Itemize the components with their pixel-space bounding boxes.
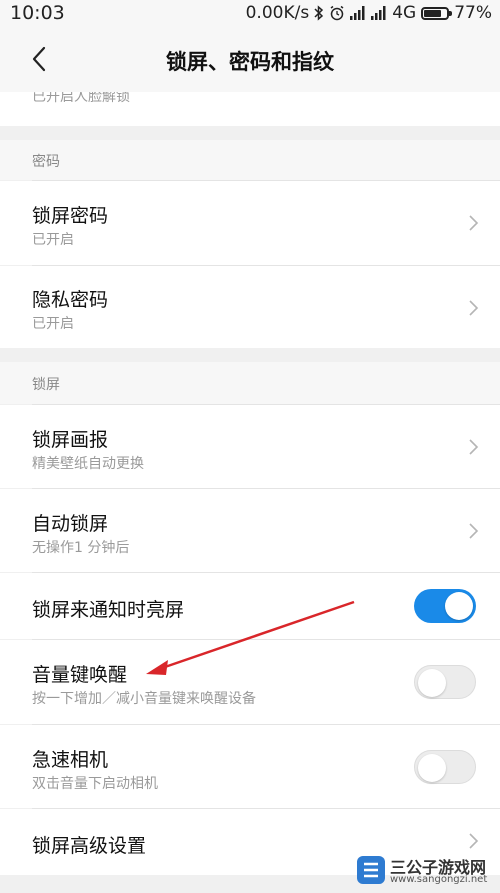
chevron-right-icon [469, 833, 479, 849]
chevron-right-icon [469, 215, 479, 231]
item-title: 锁屏画报 [32, 429, 109, 451]
network-type: 4G [392, 3, 417, 23]
bluetooth-icon [314, 5, 324, 21]
watermark-url: www.sangongzi.net [390, 874, 488, 885]
setting-wake-on-notification[interactable]: 锁屏来通知时亮屏 [0, 573, 500, 639]
signal-icon [350, 6, 366, 20]
item-title: 隐私密码 [32, 289, 109, 311]
battery-percent: 77% [454, 3, 492, 23]
item-subtitle: 按一下增加／减小音量键来唤醒设备 [32, 691, 256, 707]
face-unlock-subtitle: 已开启人脸解锁 [32, 92, 130, 105]
item-subtitle: 已开启 [32, 316, 74, 332]
setting-volume-key-wake[interactable]: 音量键唤醒 按一下增加／减小音量键来唤醒设备 [0, 640, 500, 724]
item-subtitle: 精美壁纸自动更换 [32, 456, 144, 472]
battery-icon [421, 6, 453, 20]
chevron-right-icon [469, 300, 479, 316]
section-gap [0, 126, 500, 140]
toggle-knob [445, 592, 473, 620]
item-title: 锁屏高级设置 [32, 835, 147, 857]
item-subtitle: 无操作1 分钟后 [32, 540, 130, 556]
status-bar: 10:03 0.00K/s 4G 77% [0, 0, 500, 28]
item-title: 自动锁屏 [32, 513, 109, 535]
watermark: 三公子游戏网 www.sangongzi.net [356, 851, 496, 891]
item-subtitle: 已开启 [32, 232, 74, 248]
alarm-icon [329, 5, 345, 21]
setting-lockscreen-password[interactable]: 锁屏密码 已开启 [0, 181, 500, 265]
watermark-logo [357, 856, 385, 884]
page-title: 锁屏、密码和指纹 [166, 50, 334, 74]
app-header: 锁屏、密码和指纹 [0, 28, 500, 92]
chevron-right-icon [469, 523, 479, 539]
chevron-right-icon [469, 439, 479, 455]
setting-lockscreen-wallpaper[interactable]: 锁屏画报 精美壁纸自动更换 [0, 405, 500, 488]
section-header-password: 密码 [0, 140, 500, 180]
toggle-knob [418, 754, 446, 782]
face-unlock-row[interactable]: 已开启人脸解锁 [0, 92, 500, 126]
network-speed: 0.00K/s [245, 3, 310, 23]
section-header-lockscreen: 锁屏 [0, 362, 500, 404]
quick-camera-toggle[interactable] [414, 750, 476, 784]
section-gap [0, 348, 500, 362]
setting-privacy-password[interactable]: 隐私密码 已开启 [0, 266, 500, 348]
section-title: 锁屏 [32, 377, 60, 393]
item-title: 急速相机 [32, 749, 109, 771]
volume-key-wake-toggle[interactable] [414, 665, 476, 699]
item-title: 锁屏来通知时亮屏 [32, 599, 185, 621]
signal-icon [371, 6, 387, 20]
status-time: 10:03 [10, 2, 65, 24]
item-title: 锁屏密码 [32, 205, 109, 227]
setting-quick-camera[interactable]: 急速相机 双击音量下启动相机 [0, 725, 500, 808]
item-title: 音量键唤醒 [32, 664, 128, 686]
toggle-knob [418, 669, 446, 697]
setting-auto-lock[interactable]: 自动锁屏 无操作1 分钟后 [0, 489, 500, 572]
item-subtitle: 双击音量下启动相机 [32, 776, 158, 792]
status-icons: 0.00K/s 4G 77% [246, 3, 492, 23]
wake-on-notification-toggle[interactable] [414, 589, 476, 623]
section-title: 密码 [32, 154, 60, 170]
battery-level [424, 9, 442, 17]
